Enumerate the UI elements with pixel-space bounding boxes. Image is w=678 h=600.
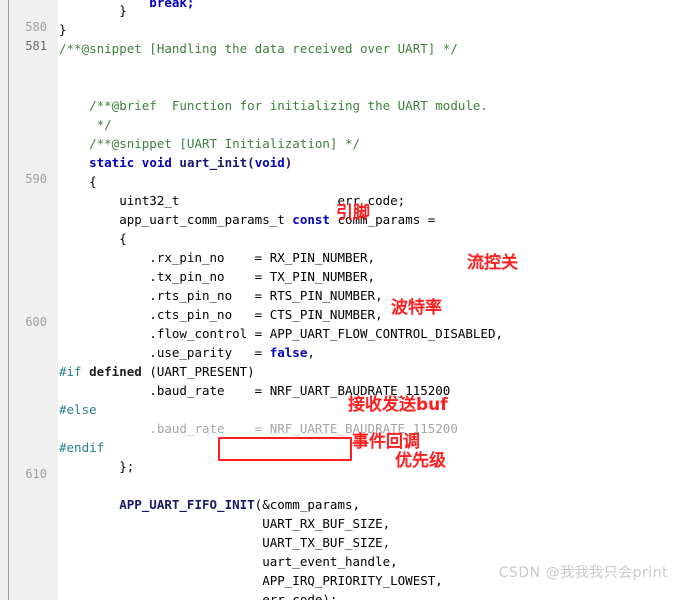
annot-pins: 引脚 [336,203,370,223]
code-line-text: app_uart_comm_params_t const comm_params… [59,212,436,227]
code-line[interactable]: } [0,1,678,20]
code-line[interactable]: } [0,20,678,39]
code-line[interactable]: #else [0,400,678,419]
code-line-text: */ [59,117,112,132]
code-line-text: /**@brief Function for initializing the … [59,98,488,113]
code-line[interactable]: UART_RX_BUF_SIZE, [0,514,678,533]
code-line-text: /**@snippet [UART Initialization] */ [59,136,361,151]
csdn-watermark: CSDN @我我我只会print [498,565,668,581]
annot-baud-rate: 波特率 [391,298,442,318]
code-line-text: static void uart_init(void) [89,155,293,170]
code-line-text: UART_TX_BUF_SIZE, [59,535,391,550]
annot-event-callback: 事件回调 [352,432,420,452]
code-line-text: } [59,3,127,18]
code-line[interactable]: .use_parity = false, [0,343,678,362]
annot-priority: 优先级 [395,451,446,471]
code-line-text: .rts_pin_no = RTS_PIN_NUMBER, [59,288,383,303]
code-line-text: .rx_pin_no = RX_PIN_NUMBER, [59,250,376,265]
code-line-text: } [59,22,67,37]
code-line[interactable]: }; [0,457,678,476]
code-line[interactable]: .tx_pin_no = TX_PIN_NUMBER, [0,267,678,286]
code-line[interactable]: /**@snippet [Handling the data received … [0,39,678,58]
code-line-text: { [59,231,127,246]
code-line-text: err_code); [59,592,338,600]
code-line-text: #endif [59,440,105,455]
code-line[interactable]: .baud_rate = NRF_UARTE_BAUDRATE_115200 [0,419,678,438]
code-line[interactable]: { [0,229,678,248]
code-line[interactable] [0,77,678,96]
code-line[interactable]: .cts_pin_no = CTS_PIN_NUMBER, [0,305,678,324]
code-line-text: { [59,174,97,189]
code-line[interactable] [0,58,678,77]
code-line[interactable]: .baud_rate = NRF_UART_BAUDRATE_115200 [0,381,678,400]
code-line-text: #else [59,402,97,417]
code-line[interactable]: #if defined (UART_PRESENT) [0,362,678,381]
code-editor[interactable]: 580 581 590 600 610 break; }}/**@snippet [Ha… [0,0,678,600]
code-line[interactable]: APP_UART_FIFO_INIT(&comm_params, [0,495,678,514]
code-line[interactable]: UART_TX_BUF_SIZE, [0,533,678,552]
code-line-text: .flow_control = APP_UART_FLOW_CONTROL_DI… [59,326,504,341]
code-line-text: .tx_pin_no = TX_PIN_NUMBER, [59,269,376,284]
code-line-text: #if defined (UART_PRESENT) [59,364,255,379]
code-line[interactable]: err_code); [0,590,678,600]
code-line-text: /**@snippet [Handling the data received … [59,41,458,56]
code-line[interactable]: static void uart_init(void) [0,153,678,172]
code-line[interactable]: */ [0,115,678,134]
annot-rx-tx-buf: 接收发送buf [348,395,448,415]
annot-flow-control: 流控关 [467,253,518,273]
code-line-text: UART_RX_BUF_SIZE, [59,516,391,531]
code-line-text: APP_UART_FIFO_INIT(&comm_params, [59,497,361,512]
code-line[interactable]: #endif [0,438,678,457]
code-content-area[interactable]: break; }}/**@snippet [Handling the data … [0,0,678,600]
code-line[interactable]: /**@brief Function for initializing the … [0,96,678,115]
code-line[interactable]: .rx_pin_no = RX_PIN_NUMBER, [0,248,678,267]
code-line[interactable] [0,476,678,495]
code-line[interactable]: { [0,172,678,191]
code-line-text: }; [59,459,135,474]
code-line[interactable]: .rts_pin_no = RTS_PIN_NUMBER, [0,286,678,305]
code-line-text: .cts_pin_no = CTS_PIN_NUMBER, [59,307,383,322]
code-line-text: uart_event_handle, [59,554,398,569]
code-line[interactable]: /**@snippet [UART Initialization] */ [0,134,678,153]
code-line-text: APP_IRQ_PRIORITY_LOWEST, [59,573,443,588]
code-line-text: .use_parity = false, [59,345,315,360]
code-line[interactable]: .flow_control = APP_UART_FLOW_CONTROL_DI… [0,324,678,343]
